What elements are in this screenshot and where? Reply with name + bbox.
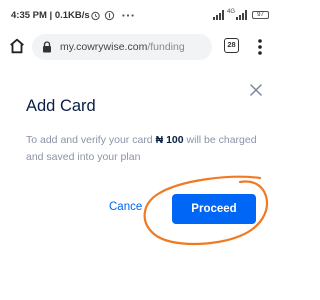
signal-icon-2 <box>236 10 247 20</box>
signal-icon <box>212 10 224 20</box>
address-bar[interactable]: my.cowrywise.com/funding <box>32 34 212 60</box>
proceed-button[interactable]: Proceed <box>172 194 256 224</box>
lock-icon <box>43 41 51 53</box>
more-notifications-icon <box>122 13 134 17</box>
network-type-label: 4G <box>226 9 235 15</box>
alarm-icon <box>91 11 100 20</box>
status-system-icons: 4G 97 <box>212 9 269 21</box>
message-text-before: To add and verify your card <box>26 134 156 146</box>
status-bar: 4:35 PM | 0.1KB/s 4G 97 <box>0 0 279 30</box>
more-menu-icon[interactable] <box>252 37 268 57</box>
url-path: /funding <box>147 41 185 53</box>
dialog-title: Add Card <box>26 97 96 115</box>
tab-count: 28 <box>227 40 236 49</box>
home-icon[interactable] <box>8 37 26 55</box>
browser-toolbar: my.cowrywise.com/funding 28 <box>0 30 279 64</box>
status-notification-icons <box>90 8 135 22</box>
status-time-speed: 4:35 PM | 0.1KB/s <box>11 10 90 21</box>
tab-switcher-button[interactable]: 28 <box>224 38 239 53</box>
battery-icon: 97 <box>252 11 269 19</box>
battery-level: 97 <box>257 12 264 18</box>
dialog-message: To add and verify your card ₦ 100 will b… <box>26 132 262 166</box>
url-text: my.cowrywise.com/funding <box>60 41 185 53</box>
close-icon[interactable] <box>250 84 262 96</box>
cancel-button[interactable]: Cance <box>109 201 142 213</box>
charge-amount: ₦ 100 <box>155 134 184 146</box>
sync-icon <box>104 10 115 20</box>
url-host: my.cowrywise.com <box>60 41 148 53</box>
